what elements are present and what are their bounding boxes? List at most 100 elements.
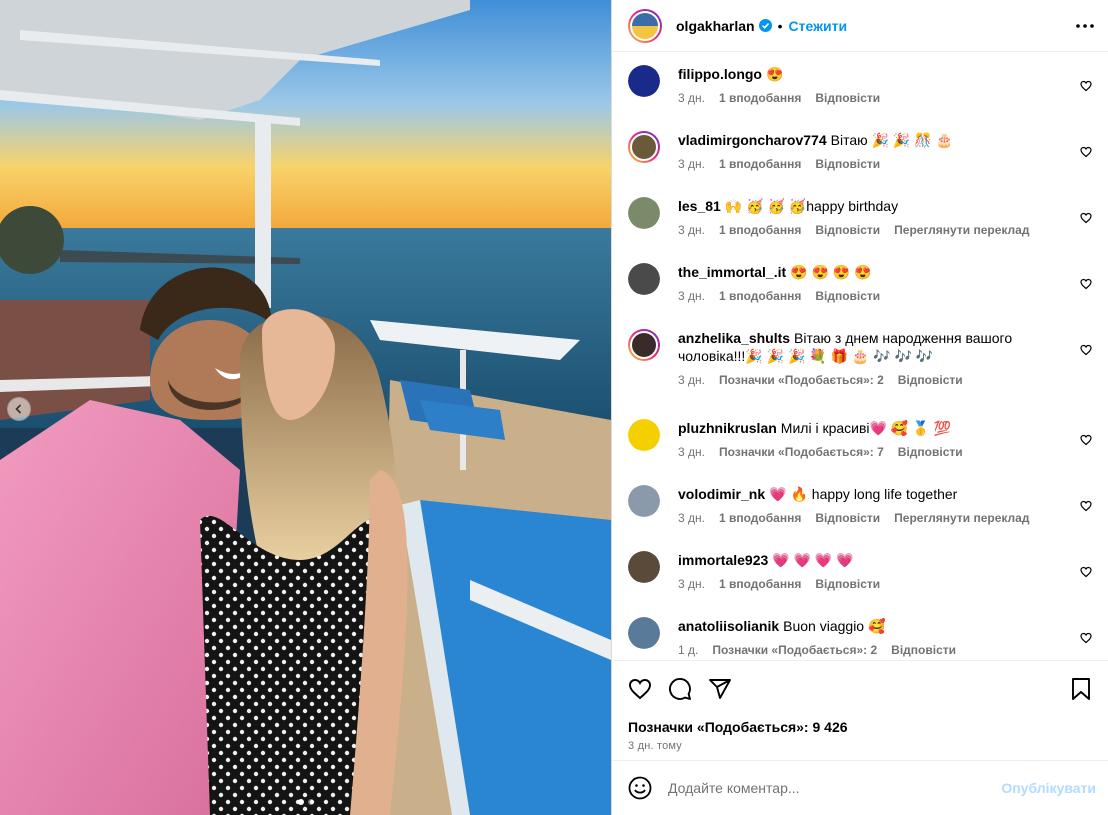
comment-time[interactable]: 3 дн.: [678, 91, 705, 105]
see-translation-button[interactable]: Переглянути переклад: [894, 511, 1029, 525]
comment-like-button[interactable]: [1080, 79, 1092, 95]
comment-item: anatoliisolianik Buon viaggio 🥰 1 д. Позн…: [628, 605, 1092, 660]
commenter-username[interactable]: immortale923: [678, 552, 768, 568]
comment-content: 💗 💗 💗 💗: [772, 552, 854, 568]
author-avatar[interactable]: [628, 8, 662, 43]
comment-like-button[interactable]: [1080, 211, 1092, 227]
share-button[interactable]: [708, 677, 732, 701]
heart-icon: [1080, 278, 1092, 290]
comment-input[interactable]: [668, 780, 1002, 796]
commenter-username[interactable]: volodimir_nk: [678, 486, 765, 502]
publish-button[interactable]: Опублікувати: [1001, 780, 1096, 796]
comment-time[interactable]: 3 дн.: [678, 511, 705, 525]
reply-button[interactable]: Відповісти: [815, 157, 880, 171]
comment-like-button[interactable]: [1080, 631, 1092, 647]
carousel-prev-button[interactable]: [7, 397, 31, 421]
commenter-username[interactable]: anzhelika_shults: [678, 330, 790, 346]
commenter-avatar[interactable]: [628, 131, 660, 163]
comment-text: anzhelika_shults Вітаю з днем народження …: [678, 329, 1062, 365]
reply-button[interactable]: Відповісти: [815, 91, 880, 105]
reply-button[interactable]: Відповісти: [815, 289, 880, 303]
comment-text: anatoliisolianik Buon viaggio 🥰: [678, 617, 1062, 635]
photo-image: [0, 0, 611, 815]
commenter-avatar[interactable]: [628, 329, 660, 361]
reply-button[interactable]: Відповісти: [815, 577, 880, 591]
follow-button[interactable]: Стежити: [789, 18, 848, 34]
commenter-avatar[interactable]: [628, 617, 660, 649]
commenter-username[interactable]: vladimirgoncharov774: [678, 132, 827, 148]
header-separator: •: [777, 17, 783, 34]
post-photo[interactable]: [0, 0, 611, 815]
comment-item: volodimir_nk 💗 🔥 happy long life together…: [628, 473, 1092, 539]
comment-likes[interactable]: 1 вподобання: [719, 511, 801, 525]
comment-meta: 3 дн. Позначки «Подобається»: 7 Відповіс…: [678, 445, 1062, 459]
post-date[interactable]: 3 дн. тому: [628, 740, 1092, 752]
comment-time[interactable]: 3 дн.: [678, 223, 705, 237]
commenter-avatar[interactable]: [628, 551, 660, 583]
commenter-avatar[interactable]: [628, 419, 660, 451]
comment-content: Buon viaggio 🥰: [783, 618, 886, 634]
comment-time[interactable]: 1 д.: [678, 643, 698, 657]
author-username[interactable]: olgakharlan: [676, 18, 755, 34]
comment-like-button[interactable]: [1080, 499, 1092, 515]
comment-meta: 3 дн. 1 вподобання Відповісти Переглянут…: [678, 223, 1062, 237]
comment-likes[interactable]: Позначки «Подобається»: 2: [719, 373, 884, 387]
comment-likes[interactable]: Позначки «Подобається»: 2: [712, 643, 877, 657]
comment-item: anzhelika_shults Вітаю з днем народження …: [628, 317, 1092, 407]
comment-meta: 3 дн. 1 вподобання Відповісти Переглянут…: [678, 511, 1062, 525]
comment-likes[interactable]: 1 вподобання: [719, 289, 801, 303]
comment-item: pluzhnikruslan Милі і красиві💗 🥰 🥇 💯 3 дн…: [628, 407, 1092, 473]
comment-time[interactable]: 3 дн.: [678, 373, 705, 387]
comment-time[interactable]: 3 дн.: [678, 577, 705, 591]
comment-like-button[interactable]: [1080, 565, 1092, 581]
commenter-username[interactable]: pluzhnikruslan: [678, 420, 777, 436]
comment-like-button[interactable]: [1080, 433, 1092, 449]
commenter-avatar[interactable]: [628, 197, 660, 229]
reply-button[interactable]: Відповісти: [898, 445, 963, 459]
comment-button[interactable]: [668, 677, 692, 701]
commenter-username[interactable]: the_immortal_.it: [678, 264, 786, 280]
comment-time[interactable]: 3 дн.: [678, 289, 705, 303]
see-translation-button[interactable]: Переглянути переклад: [894, 223, 1029, 237]
emoji-button[interactable]: [628, 776, 652, 800]
comment-item: les_81 🙌 🥳 🥳 🥳happy birthday 3 дн. 1 впод…: [628, 185, 1092, 251]
more-options-button[interactable]: [1076, 23, 1094, 28]
comment-item: vladimirgoncharov774 Вітаю 🎉 🎉 🎊 🎂 3 дн. …: [628, 119, 1092, 185]
like-button[interactable]: [628, 677, 652, 701]
reply-button[interactable]: Відповісти: [891, 643, 956, 657]
comment-content: Вітаю 🎉 🎉 🎊 🎂: [830, 132, 953, 148]
heart-icon: [1080, 146, 1092, 158]
comment-time[interactable]: 3 дн.: [678, 157, 705, 171]
commenter-avatar[interactable]: [628, 65, 660, 97]
comment-likes[interactable]: Позначки «Подобається»: 7: [719, 445, 884, 459]
commenter-username[interactable]: anatoliisolianik: [678, 618, 779, 634]
comment-text: the_immortal_.it 😍 😍 😍 😍: [678, 263, 1062, 281]
verified-badge-icon: [758, 19, 772, 32]
commenter-username[interactable]: les_81: [678, 198, 721, 214]
comment-meta: 3 дн. Позначки «Подобається»: 2 Відповіс…: [678, 373, 1062, 387]
reply-button[interactable]: Відповісти: [815, 223, 880, 237]
likes-count[interactable]: Позначки «Подобається»: 9 426: [628, 719, 1092, 735]
heart-icon: [629, 679, 651, 700]
comment-like-button[interactable]: [1080, 145, 1092, 161]
comments-list: filippo.longo 😍 3 дн. 1 вподобання Відпов…: [612, 53, 1108, 660]
save-button[interactable]: [1070, 677, 1092, 701]
comment-text: immortale923 💗 💗 💗 💗: [678, 551, 1062, 569]
comment-likes[interactable]: 1 вподобання: [719, 577, 801, 591]
post-actions: Позначки «Подобається»: 9 426 3 дн. тому: [612, 660, 1108, 752]
commenter-avatar[interactable]: [628, 263, 660, 295]
comment-like-button[interactable]: [1080, 343, 1092, 359]
commenter-username[interactable]: filippo.longo: [678, 66, 762, 82]
comment-likes[interactable]: 1 вподобання: [719, 91, 801, 105]
reply-button[interactable]: Відповісти: [815, 511, 880, 525]
comment-time[interactable]: 3 дн.: [678, 445, 705, 459]
comment-like-button[interactable]: [1080, 277, 1092, 293]
comment-composer: Опублікувати: [612, 760, 1108, 815]
comment-likes[interactable]: 1 вподобання: [719, 157, 801, 171]
comment-likes[interactable]: 1 вподобання: [719, 223, 801, 237]
comment-content: 😍: [765, 66, 784, 82]
commenter-avatar[interactable]: [628, 485, 660, 517]
reply-button[interactable]: Відповісти: [898, 373, 963, 387]
comment-content: 😍 😍 😍 😍: [790, 264, 872, 280]
heart-icon: [1080, 344, 1092, 356]
